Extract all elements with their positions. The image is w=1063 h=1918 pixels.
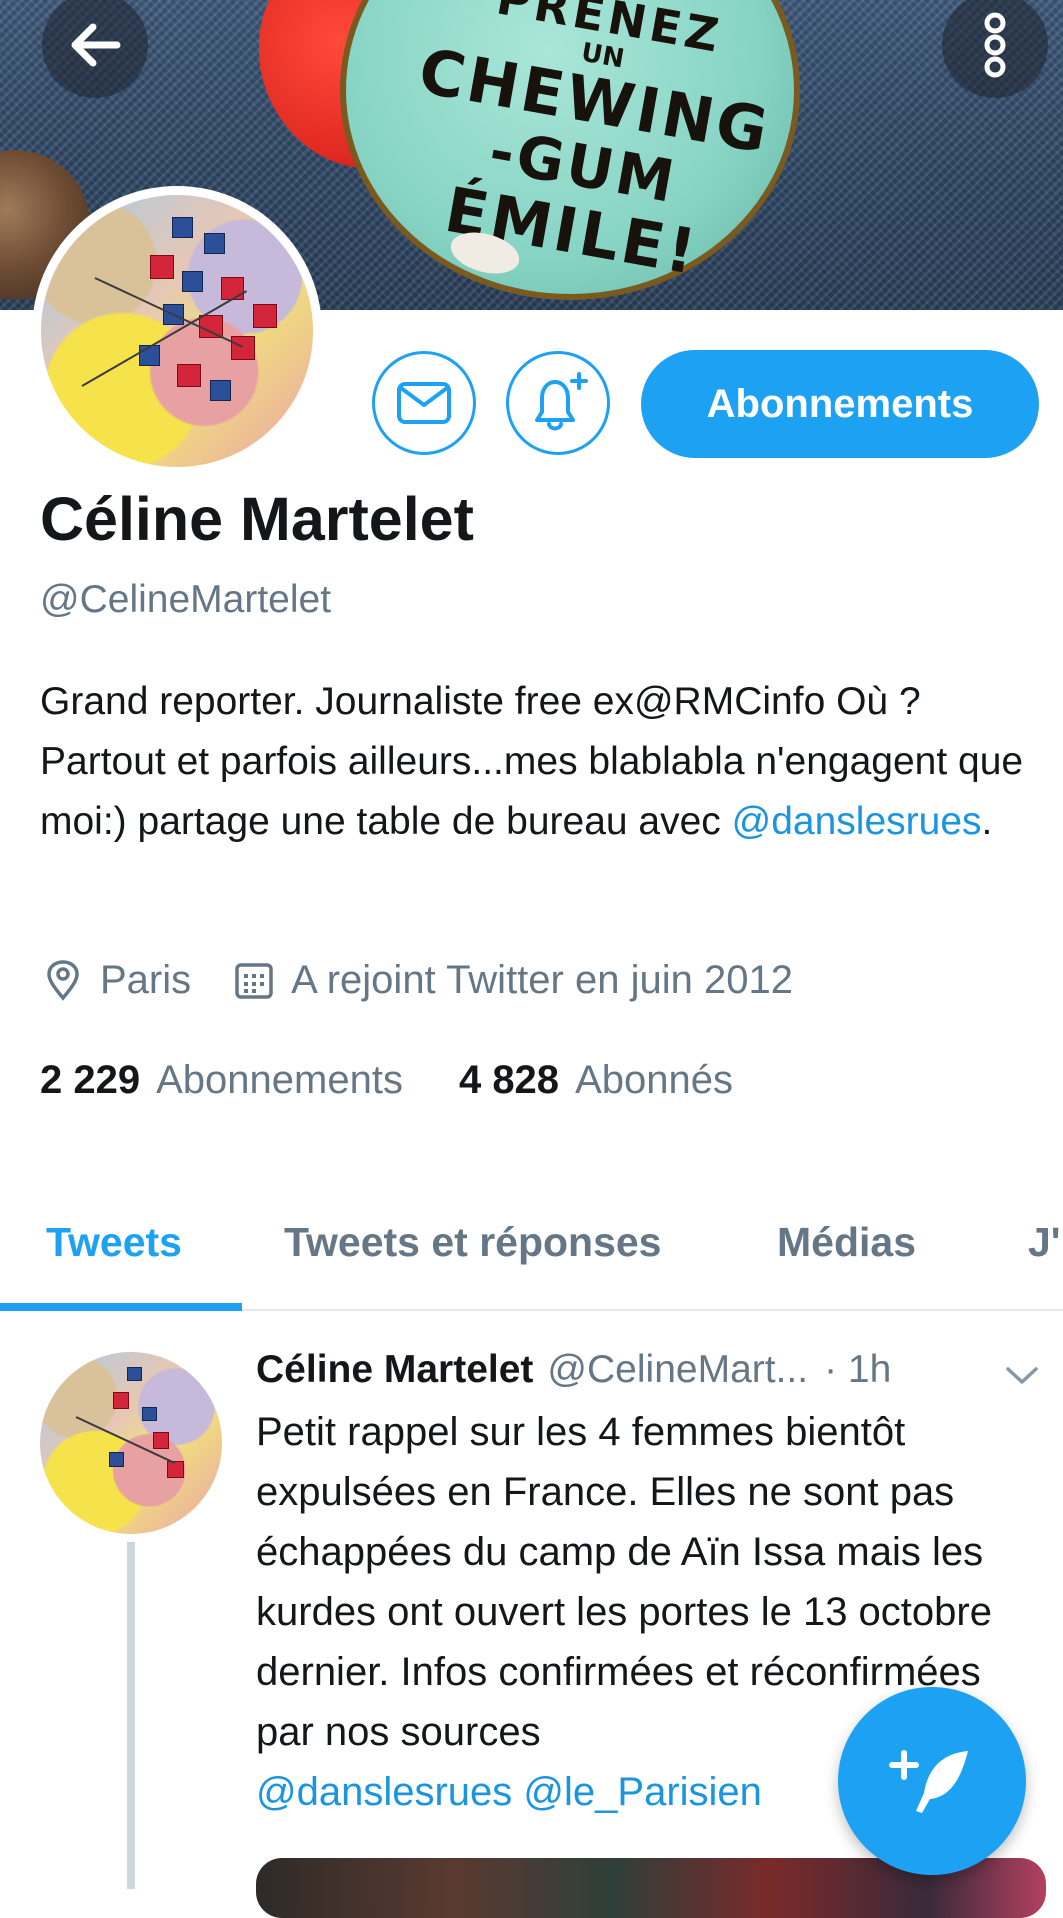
- tab-tweets-replies[interactable]: Tweets et réponses: [284, 1175, 662, 1309]
- profile-meta: Paris A rejoint Twitter en juin 2012: [40, 950, 793, 1010]
- profile-tabs: Tweets Tweets et réponses Médias J': [0, 1175, 1063, 1311]
- tab-likes[interactable]: J': [1028, 1175, 1061, 1309]
- map-marker: [141, 1406, 157, 1422]
- tweet-author-name[interactable]: Céline Martelet: [256, 1348, 533, 1392]
- map-marker: [209, 379, 231, 401]
- tweet-header: Céline Martelet @CelineMart... · 1h: [256, 1342, 1046, 1398]
- more-vertical-icon: [984, 12, 1006, 78]
- map-marker: [127, 1366, 143, 1382]
- map-marker: [204, 233, 226, 255]
- profile-bio: Grand reporter. Journaliste free ex@RMCi…: [40, 672, 1040, 852]
- tab-tweets[interactable]: Tweets: [46, 1175, 182, 1309]
- map-marker: [112, 1392, 130, 1409]
- tweet-timestamp[interactable]: · 1h: [824, 1348, 891, 1392]
- bio-end: .: [981, 800, 993, 843]
- map-marker: [149, 254, 174, 279]
- map-marker: [182, 271, 204, 293]
- thread-connector-line: [127, 1542, 135, 1889]
- profile-avatar[interactable]: [32, 186, 322, 476]
- compose-feather-icon: [889, 1750, 968, 1813]
- map-marker: [109, 1452, 124, 1467]
- tweet-mention-2[interactable]: @le_Parisien: [523, 1770, 762, 1814]
- profile-display-name: Céline Martelet: [40, 485, 474, 553]
- profile-join-date: A rejoint Twitter en juin 2012: [291, 957, 793, 1002]
- followers-label[interactable]: Abonnés: [575, 1058, 733, 1103]
- following-count[interactable]: 2 229: [40, 1058, 140, 1103]
- map-marker: [152, 1432, 170, 1449]
- profile-handle: @CelineMartelet: [40, 578, 332, 621]
- message-button[interactable]: [372, 351, 476, 455]
- followers-count[interactable]: 4 828: [459, 1058, 559, 1103]
- tweet-author-handle[interactable]: @CelineMart...: [547, 1348, 808, 1392]
- profile-location: Paris: [100, 957, 192, 1002]
- back-button[interactable]: [42, 0, 148, 98]
- tab-media[interactable]: Médias: [777, 1175, 916, 1309]
- avatar-map-image: [41, 195, 313, 467]
- calendar-icon: [231, 957, 277, 1003]
- notifications-button[interactable]: [506, 351, 610, 455]
- following-label[interactable]: Abonnements: [156, 1058, 403, 1103]
- location-pin-icon: [40, 957, 86, 1003]
- map-marker: [253, 303, 277, 328]
- compose-tweet-button[interactable]: [838, 1687, 1026, 1875]
- tweet-mention-1[interactable]: @danslesrues: [256, 1770, 512, 1814]
- envelope-icon: [397, 382, 451, 424]
- tweet-options-button[interactable]: [1000, 1360, 1044, 1390]
- tweet-avatar[interactable]: [40, 1352, 222, 1534]
- bell-plus-icon: [535, 372, 588, 431]
- more-options-button[interactable]: [942, 0, 1048, 98]
- arrow-left-icon: [71, 23, 121, 67]
- following-button[interactable]: Abonnements: [641, 350, 1039, 458]
- profile-stats: 2 229 Abonnements 4 828 Abonnés: [40, 1050, 733, 1110]
- map-marker: [167, 1461, 184, 1478]
- map-marker: [171, 216, 193, 238]
- active-tab-indicator: [0, 1303, 242, 1311]
- bio-mention-link[interactable]: @danslesrues: [732, 800, 982, 843]
- map-marker: [177, 363, 201, 388]
- tweet-avatar-map-image: [40, 1352, 222, 1534]
- map-marker: [231, 336, 256, 361]
- chevron-down-icon: [1006, 1367, 1038, 1384]
